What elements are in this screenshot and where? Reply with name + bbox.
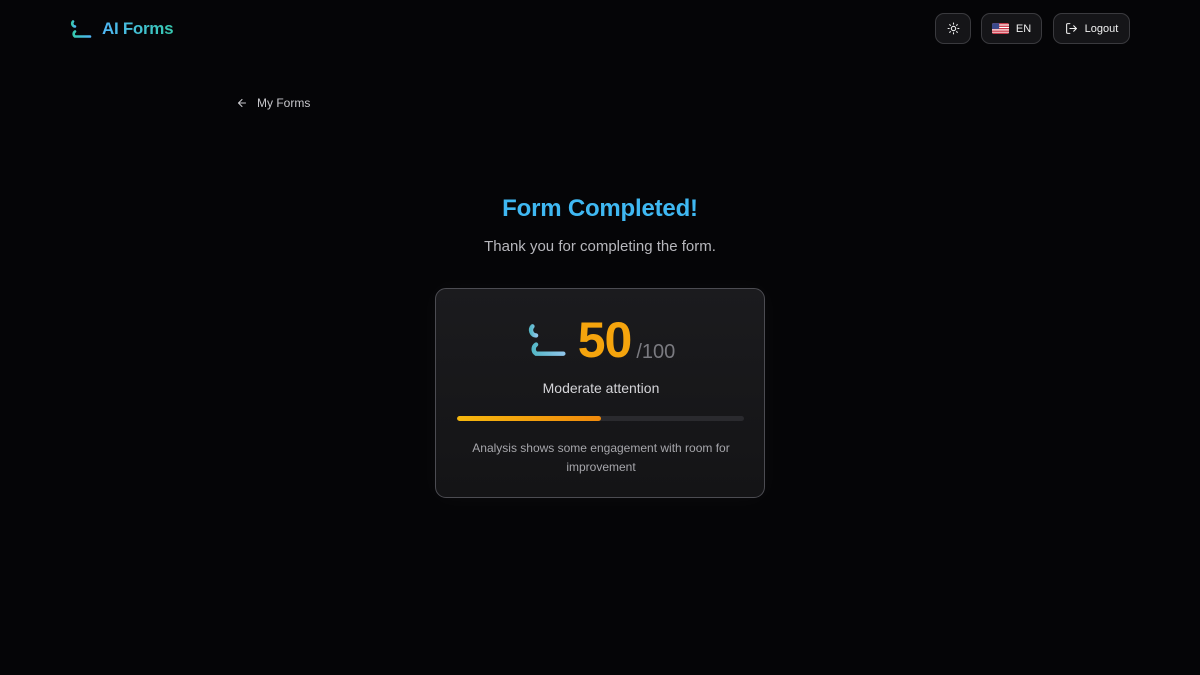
analysis-text: Analysis shows some engagement with room… [472, 441, 730, 474]
back-to-my-forms-link[interactable]: My Forms [236, 96, 310, 110]
theme-toggle-button[interactable] [935, 13, 971, 44]
score-progress-fill [457, 416, 601, 421]
logout-icon [1065, 23, 1077, 34]
score-progress-bar [457, 416, 744, 421]
brand-logo-icon [70, 20, 92, 38]
back-link-label: My Forms [257, 96, 311, 110]
logout-label: Logout [1084, 22, 1119, 35]
score-value: 50 [577, 312, 633, 368]
attention-level-label: Moderate attention [542, 380, 660, 396]
language-code: EN [1015, 22, 1032, 35]
score-row: 50 /100 [436, 307, 766, 365]
arrow-left-icon [237, 98, 247, 108]
brand-logo-icon [528, 324, 566, 356]
logout-button[interactable]: Logout [1053, 13, 1130, 44]
language-select-button[interactable]: EN [981, 13, 1042, 44]
page-title: Form Completed! [502, 195, 698, 222]
brand-logo[interactable]: AI Forms [70, 17, 174, 41]
sun-icon [947, 22, 959, 35]
page-subtitle: Thank you for completing the form. [484, 238, 716, 255]
score-card: 50 /100 Moderate attention Analysis show… [435, 288, 765, 498]
brand-name: AI Forms [102, 19, 174, 38]
top-header: AI Forms EN Logout [0, 0, 1200, 58]
us-flag-icon [991, 23, 1009, 34]
score-max: /100 [636, 341, 676, 363]
